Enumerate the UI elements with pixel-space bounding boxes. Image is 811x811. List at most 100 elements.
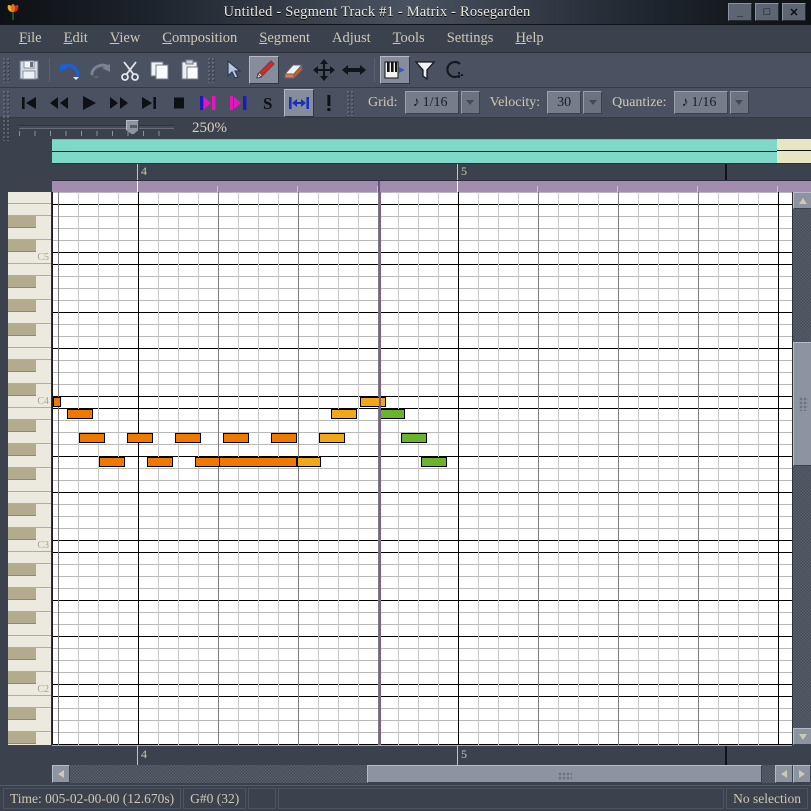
horizontal-scrollbar-thumb[interactable] [367,765,762,783]
rewind-button[interactable] [44,89,74,117]
note-block[interactable] [219,457,297,467]
maximize-button[interactable]: □ [755,3,779,21]
menu-segment[interactable]: Segment [248,28,321,49]
fast-forward-button[interactable] [104,89,134,117]
rewind-to-beginning-button[interactable] [14,89,44,117]
note-block[interactable] [147,457,173,467]
toolbar-grip-icon[interactable] [2,57,11,83]
piano-black-key[interactable] [8,444,36,456]
note-block[interactable] [67,409,93,419]
piano-black-key[interactable] [8,300,36,312]
scroll-up-button[interactable] [793,192,811,209]
note-block[interactable] [421,457,447,467]
piano-white-key[interactable] [8,432,51,444]
piano-white-key[interactable] [8,636,51,648]
transport-grip-icon[interactable] [2,89,11,116]
piano-black-key[interactable] [8,504,36,516]
loop-ruler[interactable] [52,181,811,192]
panic-button[interactable] [314,89,344,117]
resize-tool-button[interactable] [339,56,369,84]
note-block[interactable] [297,457,321,467]
piano-black-key[interactable] [8,276,36,288]
grid-group-grip-icon[interactable] [346,89,355,116]
menu-view[interactable]: View [99,28,152,49]
note-block[interactable] [99,457,125,467]
piano-black-key[interactable] [8,612,36,624]
grid-dropdown-arrow-icon[interactable] [460,91,480,114]
close-button[interactable]: ✕ [782,3,806,21]
quantize-dropdown-arrow-icon[interactable] [729,91,749,114]
grid-playhead[interactable] [379,192,381,745]
velocity-dropdown-arrow-icon[interactable] [583,91,603,114]
piano-white-key[interactable] [8,192,51,204]
piano-white-key[interactable] [8,576,51,588]
scroll-left-button[interactable] [52,765,70,783]
piano-white-key[interactable] [8,312,51,324]
piano-black-key[interactable] [8,420,36,432]
copy-button[interactable] [145,56,175,84]
note-block[interactable] [79,433,105,443]
note-block[interactable] [331,409,357,419]
note-block[interactable] [379,409,405,419]
vertical-scrollbar-thumb[interactable] [793,342,811,466]
note-grid[interactable] [52,192,792,745]
piano-white-key[interactable] [8,480,51,492]
piano-white-key[interactable] [8,624,51,636]
velocity-filter-button[interactable] [410,56,440,84]
piano-black-key[interactable] [8,708,36,720]
menu-adjust[interactable]: Adjust [321,28,382,49]
note-block[interactable] [195,457,221,467]
undo-button[interactable] [55,56,85,84]
vertical-scrollbar[interactable] [792,192,811,745]
paste-button[interactable] [175,56,205,84]
piano-white-key[interactable] [8,552,51,564]
piano-white-key[interactable] [8,660,51,672]
bar-ruler-bottom[interactable]: 4 5 [52,745,792,765]
piano-black-key[interactable] [8,528,36,540]
loop-button[interactable] [440,56,470,84]
toolbar-grip-icon-2[interactable] [207,57,216,83]
menu-settings[interactable]: Settings [436,28,505,49]
draw-tool-button[interactable] [249,56,279,84]
piano-black-key[interactable] [8,360,36,372]
erase-tool-button[interactable] [279,56,309,84]
note-block[interactable] [401,433,427,443]
bar-ruler-top[interactable]: 4 5 [52,164,811,181]
piano-white-key[interactable] [8,516,51,528]
forward-to-end-button[interactable] [134,89,164,117]
zoom-grip-icon[interactable] [2,115,11,141]
piano-white-key[interactable] [8,372,51,384]
stop-button[interactable] [164,89,194,117]
note-block[interactable] [319,433,345,443]
piano-black-key[interactable] [8,384,36,396]
velocity-spinbox[interactable]: 30 [547,91,603,114]
scroll-right-button[interactable] [793,765,811,783]
piano-white-key[interactable] [8,204,51,216]
segment-tail-block[interactable] [777,139,811,164]
piano-keyboard[interactable]: C5 C4 C3 C2 [8,192,52,745]
move-tool-button[interactable] [309,56,339,84]
punch-in-button[interactable] [194,89,224,117]
piano-white-key[interactable] [8,720,51,732]
piano-white-key[interactable] [8,288,51,300]
chord-mode-button[interactable] [380,56,410,84]
note-block[interactable] [127,433,153,443]
note-block[interactable] [175,433,201,443]
menu-file[interactable]: File [8,28,53,49]
piano-black-key[interactable] [8,324,36,336]
scroll-down-button[interactable] [793,728,811,745]
horizontal-scrollbar[interactable] [52,765,811,783]
piano-white-key[interactable] [8,456,51,468]
note-block[interactable] [223,433,249,443]
minimize-button[interactable]: _ [728,3,752,21]
zoom-slider[interactable] [19,120,174,136]
piano-black-key[interactable] [8,732,36,744]
menu-help[interactable]: Help [504,28,554,49]
play-button[interactable] [74,89,104,117]
piano-black-key[interactable] [8,588,36,600]
note-block[interactable] [53,397,61,407]
grid-value[interactable]: ♪ 1/16 [404,91,459,114]
piano-white-key[interactable] [8,264,51,276]
piano-black-key[interactable] [8,468,36,480]
scroll-left-button-2[interactable] [775,765,793,783]
